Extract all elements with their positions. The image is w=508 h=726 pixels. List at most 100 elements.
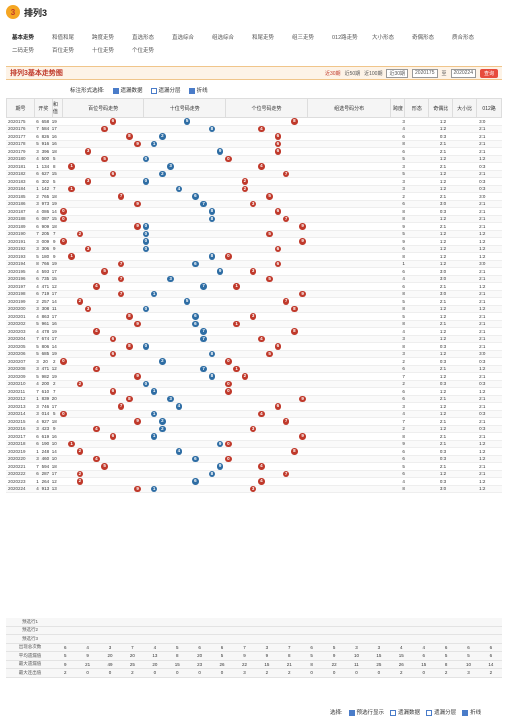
checkbox-icon[interactable] xyxy=(390,709,397,716)
stat-value: 0 xyxy=(108,670,112,676)
checkbox-icon[interactable] xyxy=(112,87,119,94)
recent-50-link[interactable]: 近50期 xyxy=(345,70,361,77)
miss-cell xyxy=(205,395,213,403)
miss-cell xyxy=(149,118,157,126)
forecast-row[interactable]: 预选行3 xyxy=(6,635,502,644)
nav-link[interactable]: 大小形态 xyxy=(372,33,412,41)
footer-opt-forecast[interactable]: 预选行显示 xyxy=(348,708,384,716)
nav-link[interactable]: 直选综合 xyxy=(172,33,212,41)
miss-cell xyxy=(205,403,213,411)
nav-link[interactable]: 组三走势 xyxy=(292,33,332,41)
option-missing-layer[interactable]: 遗漏分层 xyxy=(150,86,181,94)
miss-cell xyxy=(132,365,140,373)
checkbox-icon[interactable] xyxy=(348,709,355,716)
miss-cell xyxy=(132,440,140,448)
nav-link[interactable]: 直选形态 xyxy=(132,33,172,41)
miss-cell xyxy=(165,200,173,208)
sum-cell: 17 xyxy=(51,336,57,342)
miss-cell xyxy=(335,425,343,433)
nav-link[interactable]: 质合形态 xyxy=(452,33,492,41)
nav-link[interactable]: 组选综合 xyxy=(212,33,252,41)
miss-cell xyxy=(295,163,303,171)
miss-cell xyxy=(205,425,213,433)
miss-cell xyxy=(303,298,311,306)
issue-cell: 2020175 xyxy=(8,118,26,124)
machine-cell: 4 xyxy=(36,313,39,319)
footer-opt-line[interactable]: 折线 xyxy=(462,708,481,716)
miss-cell xyxy=(205,133,213,141)
miss-cell xyxy=(214,245,222,253)
big-small-cell: 2:1 xyxy=(479,471,486,477)
nav-link[interactable]: 百位走势 xyxy=(52,46,92,54)
miss-cell xyxy=(279,365,287,373)
query-button[interactable]: 查询 xyxy=(479,68,498,78)
span-cell: 8 xyxy=(402,306,405,312)
checkbox-icon[interactable] xyxy=(462,709,469,716)
miss-cell xyxy=(246,193,254,201)
miss-cell xyxy=(246,133,254,141)
machine-cell: 4 xyxy=(36,208,39,214)
miss-cell xyxy=(132,433,140,441)
miss-cell xyxy=(189,485,197,493)
miss-cell xyxy=(270,380,278,388)
period-select[interactable]: 近30期 xyxy=(386,68,409,78)
recent-30-link[interactable]: 近30期 xyxy=(325,70,341,77)
stat-value: 26 xyxy=(219,661,225,667)
nav-link[interactable]: 十位走势 xyxy=(92,46,132,54)
option-line[interactable]: 折线 xyxy=(188,86,208,94)
miss-cell xyxy=(246,463,254,471)
miss-cell xyxy=(376,298,384,306)
miss-cell xyxy=(222,178,230,186)
nav-link[interactable]: 二码走势 xyxy=(12,46,52,54)
stat-value: 20 xyxy=(197,653,203,659)
miss-cell xyxy=(311,388,319,396)
miss-cell xyxy=(335,133,343,141)
miss-cell xyxy=(197,485,205,493)
miss-cell xyxy=(262,343,270,351)
miss-cell xyxy=(344,313,352,321)
footer-opt-missing[interactable]: 遗漏数据 xyxy=(390,708,420,716)
miss-cell xyxy=(270,238,278,246)
nav-link[interactable]: 012路走势 xyxy=(332,33,372,41)
nav-row-2: 二码走势 百位走势 十位走势 个位走势 xyxy=(12,43,502,56)
miss-cell xyxy=(327,125,335,133)
miss-cell xyxy=(116,410,124,418)
miss-cell xyxy=(92,268,100,276)
odd-even-cell: 1:2 xyxy=(439,306,447,312)
miss-cell xyxy=(140,283,148,291)
nav-link[interactable]: 个位走势 xyxy=(132,46,172,54)
issue-cell: 2020214 xyxy=(8,411,26,417)
nav-link[interactable]: 奇偶形态 xyxy=(412,33,452,41)
footer-opt-layer[interactable]: 遗漏分层 xyxy=(426,708,456,716)
checkbox-icon[interactable] xyxy=(150,87,157,94)
miss-cell xyxy=(197,440,205,448)
nav-link[interactable]: 基本走势 xyxy=(12,33,52,41)
miss-cell xyxy=(214,133,222,141)
trend-grid: 973 xyxy=(59,200,384,208)
miss-cell xyxy=(238,215,246,223)
number-ball: 9 xyxy=(134,200,141,207)
miss-cell xyxy=(335,223,343,231)
recent-100-link[interactable]: 近100期 xyxy=(364,70,382,77)
miss-cell xyxy=(124,215,132,223)
nav-link[interactable]: 跨度走势 xyxy=(92,33,132,41)
miss-cell xyxy=(75,178,83,186)
miss-cell xyxy=(368,118,376,126)
number-ball: 9 xyxy=(134,140,141,147)
checkbox-icon[interactable] xyxy=(188,87,195,94)
miss-cell xyxy=(173,485,181,493)
nav-link[interactable]: 和尾走势 xyxy=(252,33,292,41)
miss-cell xyxy=(270,388,278,396)
miss-cell xyxy=(327,320,335,328)
miss-cell xyxy=(205,148,213,156)
miss-cell xyxy=(262,448,270,456)
option-missing-data[interactable]: 遗漏数据 xyxy=(112,86,143,94)
checkbox-icon[interactable] xyxy=(426,709,433,716)
miss-cell xyxy=(157,185,165,193)
from-issue-input[interactable]: 2020175 xyxy=(412,68,438,78)
nav-link[interactable]: 和值和尾 xyxy=(52,33,92,41)
forecast-row[interactable]: 预选行1 xyxy=(6,618,502,627)
forecast-row[interactable]: 预选行2 xyxy=(6,626,502,635)
to-issue-input[interactable]: 2020224 xyxy=(450,68,476,78)
miss-cell xyxy=(360,305,368,313)
